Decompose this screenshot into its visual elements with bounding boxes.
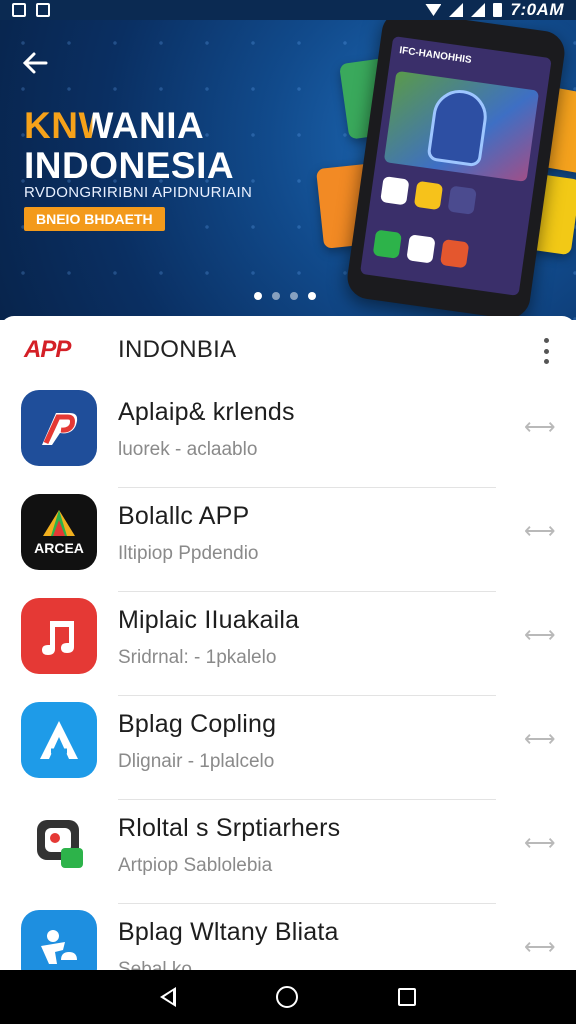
notification-icons: [12, 3, 50, 17]
swap-arrows-icon[interactable]: ⟷: [524, 936, 556, 958]
carousel-dot[interactable]: [308, 292, 316, 300]
app-name: Miplaic IIuakaila: [118, 606, 300, 634]
list-item[interactable]: Bplag Wltany Bliata Sebal ko ⟷: [0, 904, 576, 970]
phone-screen: IFC-HANOHHIS: [359, 36, 552, 296]
music-note-icon: [21, 598, 97, 674]
swap-arrows-icon[interactable]: ⟷: [524, 728, 556, 750]
image-notification-icon: [12, 3, 26, 17]
nav-home-icon[interactable]: [276, 986, 298, 1008]
carousel-dot[interactable]: [272, 292, 280, 300]
app-subtitle: Iltipiop Ppdendio: [118, 543, 259, 564]
swap-arrows-icon[interactable]: ⟷: [524, 832, 556, 854]
camera-icon: [439, 238, 470, 269]
app-text: Rloltal s Srptiarhers Artpiop Sablolebia: [118, 814, 496, 904]
back-arrow-icon[interactable]: [20, 48, 54, 82]
nav-recents-icon[interactable]: [398, 988, 416, 1006]
phone-icon-row: [380, 176, 477, 215]
carousel-dot[interactable]: [290, 292, 298, 300]
signal-icon: [449, 3, 464, 17]
list-title: INDONBIA: [118, 336, 237, 363]
phone-hero-image: [383, 70, 540, 182]
chat-bubble-icon: [21, 806, 97, 882]
app-subtitle: Artpiop Sablolebia: [118, 855, 273, 876]
more-options-icon[interactable]: [542, 338, 550, 364]
list-item[interactable]: Bplag Copling Dlignair - 1plalcelo ⟷: [0, 696, 576, 800]
status-indicators: 7:0AM: [425, 0, 564, 20]
app-name: Bplag Wltany Bliata: [118, 918, 339, 946]
carousel-dots[interactable]: [254, 292, 316, 300]
phone-call-icon: [372, 229, 402, 259]
wifi-icon: [425, 4, 442, 16]
swap-arrows-icon[interactable]: ⟷: [524, 520, 556, 542]
navigation-bar: [0, 970, 576, 1024]
app-text: Bolallc APP Iltipiop Ppdendio: [118, 502, 496, 592]
battery-icon: [493, 3, 503, 17]
image-notification-icon: [36, 3, 50, 17]
banner-subtitle: RVDONGRIRIBNI APIDNURIAIN: [24, 184, 253, 201]
app-list-panel: APP INDONBIA Aplaip& krlends luorek - ac…: [0, 316, 576, 970]
app-text: Aplaip& krlends luorek - aclaablo: [118, 398, 496, 488]
swap-arrows-icon[interactable]: ⟷: [524, 624, 556, 646]
app-subtitle: Dlignair - 1plalcelo: [118, 751, 275, 772]
promo-banner[interactable]: KNWANIA INDONESIA RVDONGRIRIBNI APIDNURI…: [0, 20, 576, 320]
list-item[interactable]: ARCEA Bolallc APP Iltipiop Ppdendio ⟷: [0, 488, 576, 592]
list-item[interactable]: Miplaic IIuakaila Sridrnal: - 1pkalelo ⟷: [0, 592, 576, 696]
app-name: Rloltal s Srptiarhers: [118, 814, 341, 842]
nav-back-icon[interactable]: [160, 987, 176, 1007]
banner-title: KNWANIA INDONESIA: [24, 106, 234, 186]
app-name: Aplaip& krlends: [118, 398, 295, 426]
signal-icon: [471, 3, 486, 17]
app-icon: [447, 185, 477, 215]
app-subtitle: luorek - aclaablo: [118, 439, 258, 460]
swap-arrows-icon[interactable]: ⟷: [524, 416, 556, 438]
arcea-icon: ARCEA: [21, 494, 97, 570]
list-item[interactable]: Rloltal s Srptiarhers Artpiop Sablolebia…: [0, 800, 576, 904]
banner-badge[interactable]: BNEIO BHDAETH: [24, 207, 165, 231]
status-time: 7:0AM: [510, 0, 564, 19]
emoji-icon: [413, 180, 444, 211]
app-text: Bplag Copling Dlignair - 1plalcelo: [118, 710, 496, 800]
list-header: APP INDONBIA: [0, 316, 576, 384]
a-letter-icon: [21, 702, 97, 778]
status-bar: 7:0AM: [0, 0, 576, 20]
play-store-icon: [406, 234, 436, 264]
game-character-illustration: [426, 86, 491, 168]
brand-logo: APP: [24, 336, 71, 363]
carousel-dot[interactable]: [254, 292, 262, 300]
banner-title-line2: INDONESIA: [24, 145, 235, 186]
play-store-icon: [380, 176, 410, 206]
person-cloud-icon: [21, 910, 97, 970]
red-p-icon: [21, 390, 97, 466]
list-item[interactable]: Aplaip& krlends luorek - aclaablo ⟷: [0, 384, 576, 488]
app-name: Bolallc APP: [118, 502, 250, 530]
app-text: Bplag Wltany Bliata Sebal ko: [118, 918, 496, 970]
app-name: Bplag Copling: [118, 710, 277, 738]
app-subtitle: Sridrnal: - 1pkalelo: [118, 647, 277, 668]
phone-dock-row: [372, 229, 470, 269]
app-text: Miplaic IIuakaila Sridrnal: - 1pkalelo: [118, 606, 496, 696]
banner-title-line1: KNWANIA: [24, 106, 234, 146]
app-subtitle: Sebal ko: [118, 959, 192, 970]
